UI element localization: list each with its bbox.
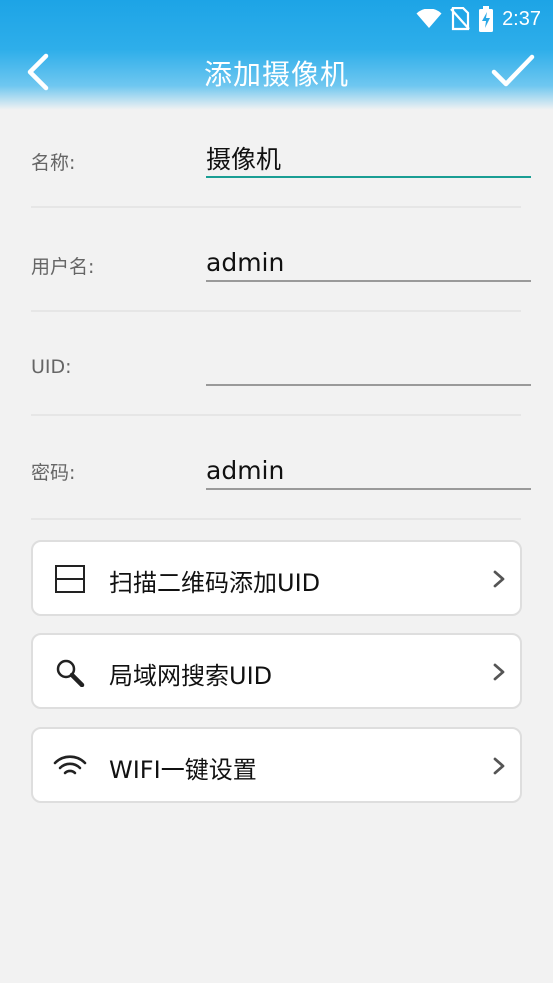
wifi-setup-label: WIFI一键设置: [109, 756, 257, 784]
password-label: 密码:: [31, 462, 76, 484]
wifi-icon: [416, 9, 442, 28]
name-row: 名称:: [31, 104, 531, 208]
wifi-setup-button[interactable]: WIFI一键设置: [31, 727, 522, 803]
confirm-button[interactable]: [491, 52, 535, 92]
status-icons: 2:37: [416, 5, 541, 33]
password-field[interactable]: [206, 452, 531, 490]
status-time: 2:37: [502, 7, 541, 30]
uid-label: UID:: [31, 356, 72, 378]
lan-search-label: 局域网搜索UID: [109, 662, 273, 690]
scan-qr-button[interactable]: 扫描二维码添加UID: [31, 540, 522, 616]
checkmark-icon: [491, 54, 535, 87]
status-bar: 2:37: [0, 0, 553, 40]
battery-charging-icon: [479, 6, 494, 32]
name-label: 名称:: [31, 152, 76, 174]
name-field[interactable]: [206, 140, 531, 178]
username-field[interactable]: [206, 244, 531, 282]
chevron-right-icon: [493, 570, 505, 588]
uid-field[interactable]: [206, 348, 531, 386]
password-row: 密码:: [31, 416, 531, 520]
no-sim-icon: [450, 7, 470, 31]
username-row: 用户名:: [31, 208, 531, 312]
chevron-right-icon: [493, 663, 505, 681]
lan-search-button[interactable]: 局域网搜索UID: [31, 633, 522, 709]
app-header: 2:37 添加摄像机: [0, 0, 553, 110]
username-label: 用户名:: [31, 256, 95, 278]
scan-qr-label: 扫描二维码添加UID: [109, 569, 321, 597]
title-bar: 添加摄像机: [0, 40, 553, 104]
chevron-right-icon: [493, 757, 505, 775]
scan-qr-icon: [55, 565, 85, 593]
page-title: 添加摄像机: [203, 58, 349, 91]
search-icon: [56, 659, 85, 687]
wifi-icon: [53, 755, 87, 775]
uid-row: UID:: [31, 312, 531, 416]
